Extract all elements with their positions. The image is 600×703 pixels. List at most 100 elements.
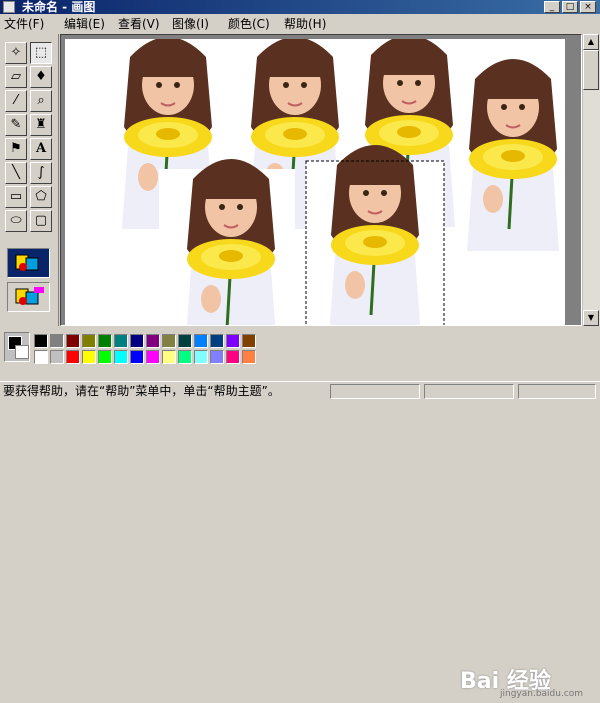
scroll-down-button[interactable]: ▼ — [583, 310, 599, 326]
color-swatch[interactable] — [178, 334, 192, 348]
color-swatch[interactable] — [130, 350, 144, 364]
menu-colors[interactable]: 颜色(C) — [228, 14, 270, 34]
color-swatch[interactable] — [98, 350, 112, 364]
magnifier-tool[interactable]: ⌕ — [30, 90, 52, 112]
watermark: Bai 经验 jingyan.baidu.com — [460, 663, 600, 703]
title-bar: 未命名 - 画图 _ □ × — [0, 0, 600, 14]
toolbox: ✧ ⬚ ▱ ♦ ⁄ ⌕ ✎ ♜ ⚑ A ╲ ∫ ▭ ⬠ ⬭ ▢ — [0, 34, 59, 326]
status-text: 要获得帮助，请在“帮助”菜单中，单击“帮助主题”。 — [3, 384, 280, 398]
menu-edit[interactable]: 编辑(E) — [64, 14, 105, 34]
drawing-canvas[interactable] — [65, 35, 565, 325]
color-picker-icon: ⁄ — [14, 93, 18, 108]
color-swatch[interactable] — [98, 334, 112, 348]
menu-help[interactable]: 帮助(H) — [284, 14, 326, 34]
rounded-rect-icon: ▢ — [34, 213, 48, 228]
color-swatch[interactable] — [242, 334, 256, 348]
eraser-icon: ▱ — [11, 69, 21, 84]
opaque-selection-icon — [15, 254, 39, 271]
menu-bar: 文件(F) 编辑(E) 查看(V) 图像(I) 颜色(C) 帮助(H) — [0, 14, 600, 34]
scroll-thumb[interactable] — [583, 50, 599, 90]
rectangle-tool[interactable]: ▭ — [5, 186, 27, 208]
eraser-tool[interactable]: ▱ — [5, 66, 27, 88]
paint-app-icon — [3, 1, 15, 13]
close-button[interactable]: × — [580, 1, 596, 13]
menu-file[interactable]: 文件(F) — [4, 14, 44, 34]
rect-select-icon: ⬚ — [34, 45, 48, 60]
color-swatch[interactable] — [34, 334, 48, 348]
airbrush-tool[interactable]: ⚑ — [5, 138, 27, 160]
free-select-icon: ✧ — [10, 45, 22, 60]
line-tool[interactable]: ╲ — [5, 162, 27, 184]
color-swatch[interactable] — [114, 350, 128, 364]
color-swatch[interactable] — [82, 334, 96, 348]
fill-bucket-icon: ♦ — [35, 69, 47, 84]
arrow-down-icon: ▼ — [587, 313, 595, 322]
text-tool[interactable]: A — [30, 138, 52, 160]
free-select-tool[interactable]: ✧ — [5, 42, 27, 64]
fill-tool[interactable]: ♦ — [30, 66, 52, 88]
color-swatch[interactable] — [50, 350, 64, 364]
color-swatch[interactable] — [66, 350, 80, 364]
color-swatch[interactable] — [82, 350, 96, 364]
polygon-icon: ⬠ — [35, 189, 47, 204]
girl-image-4 — [465, 57, 561, 253]
color-swatch[interactable] — [178, 350, 192, 364]
color-swatch[interactable] — [226, 334, 240, 348]
color-swatch[interactable] — [146, 334, 160, 348]
status-panel-size — [424, 384, 514, 399]
status-panel-extra — [518, 384, 596, 399]
color-swatch[interactable] — [162, 350, 176, 364]
color-swatch[interactable] — [210, 350, 224, 364]
color-swatch[interactable] — [194, 350, 208, 364]
rect-select-tool[interactable]: ⬚ — [30, 42, 52, 64]
color-swatch[interactable] — [34, 350, 48, 364]
background-color — [15, 345, 29, 359]
canvas-area — [60, 34, 582, 326]
polygon-tool[interactable]: ⬠ — [30, 186, 52, 208]
maximize-button[interactable]: □ — [562, 1, 578, 13]
girl-image-5 — [183, 157, 279, 325]
curve-tool[interactable]: ∫ — [30, 162, 52, 184]
text-icon: A — [35, 141, 47, 156]
menu-view[interactable]: 查看(V) — [118, 14, 160, 34]
color-swatch[interactable] — [226, 350, 240, 364]
line-icon: ╲ — [12, 165, 20, 180]
color-swatch[interactable] — [130, 334, 144, 348]
color-swatch[interactable] — [146, 350, 160, 364]
canvas-image — [120, 35, 561, 325]
vertical-scrollbar[interactable]: ▲ ▼ — [582, 34, 600, 326]
magnifier-icon: ⌕ — [37, 93, 45, 108]
rounded-rect-tool[interactable]: ▢ — [30, 210, 52, 232]
ellipse-tool[interactable]: ⬭ — [5, 210, 27, 232]
pencil-tool[interactable]: ✎ — [5, 114, 27, 136]
menu-image[interactable]: 图像(I) — [172, 14, 209, 34]
selection-mode-transparent[interactable] — [7, 282, 50, 312]
window-title: 未命名 - 画图 — [22, 0, 96, 14]
arrow-up-icon: ▲ — [587, 37, 595, 46]
ellipse-icon: ⬭ — [10, 213, 22, 228]
scroll-up-button[interactable]: ▲ — [583, 34, 599, 50]
color-picker-tool[interactable]: ⁄ — [5, 90, 27, 112]
color-swatch[interactable] — [162, 334, 176, 348]
status-bar: 要获得帮助，请在“帮助”菜单中，单击“帮助主题”。 — [0, 381, 600, 401]
girl-image-6 — [327, 143, 423, 325]
color-swatch[interactable] — [114, 334, 128, 348]
color-swatch[interactable] — [194, 334, 208, 348]
minimize-button[interactable]: _ — [544, 1, 560, 13]
curve-icon: ∫ — [37, 165, 45, 180]
pencil-icon: ✎ — [10, 117, 22, 132]
selection-mode-opaque[interactable] — [7, 248, 50, 278]
airbrush-icon: ⚑ — [10, 141, 22, 156]
transparent-selection-icon — [15, 287, 44, 305]
brush-icon: ♜ — [35, 117, 47, 132]
color-swatch[interactable] — [242, 350, 256, 364]
color-swatch[interactable] — [50, 334, 64, 348]
watermark-url: jingyan.baidu.com — [500, 689, 584, 699]
color-palette: Bai 经验 jingyan.baidu.com — [0, 328, 600, 699]
status-panel-coords — [330, 384, 420, 399]
rectangle-icon: ▭ — [9, 189, 23, 204]
color-swatch[interactable] — [210, 334, 224, 348]
color-swatch[interactable] — [66, 334, 80, 348]
current-colors[interactable] — [4, 332, 30, 362]
brush-tool[interactable]: ♜ — [30, 114, 52, 136]
